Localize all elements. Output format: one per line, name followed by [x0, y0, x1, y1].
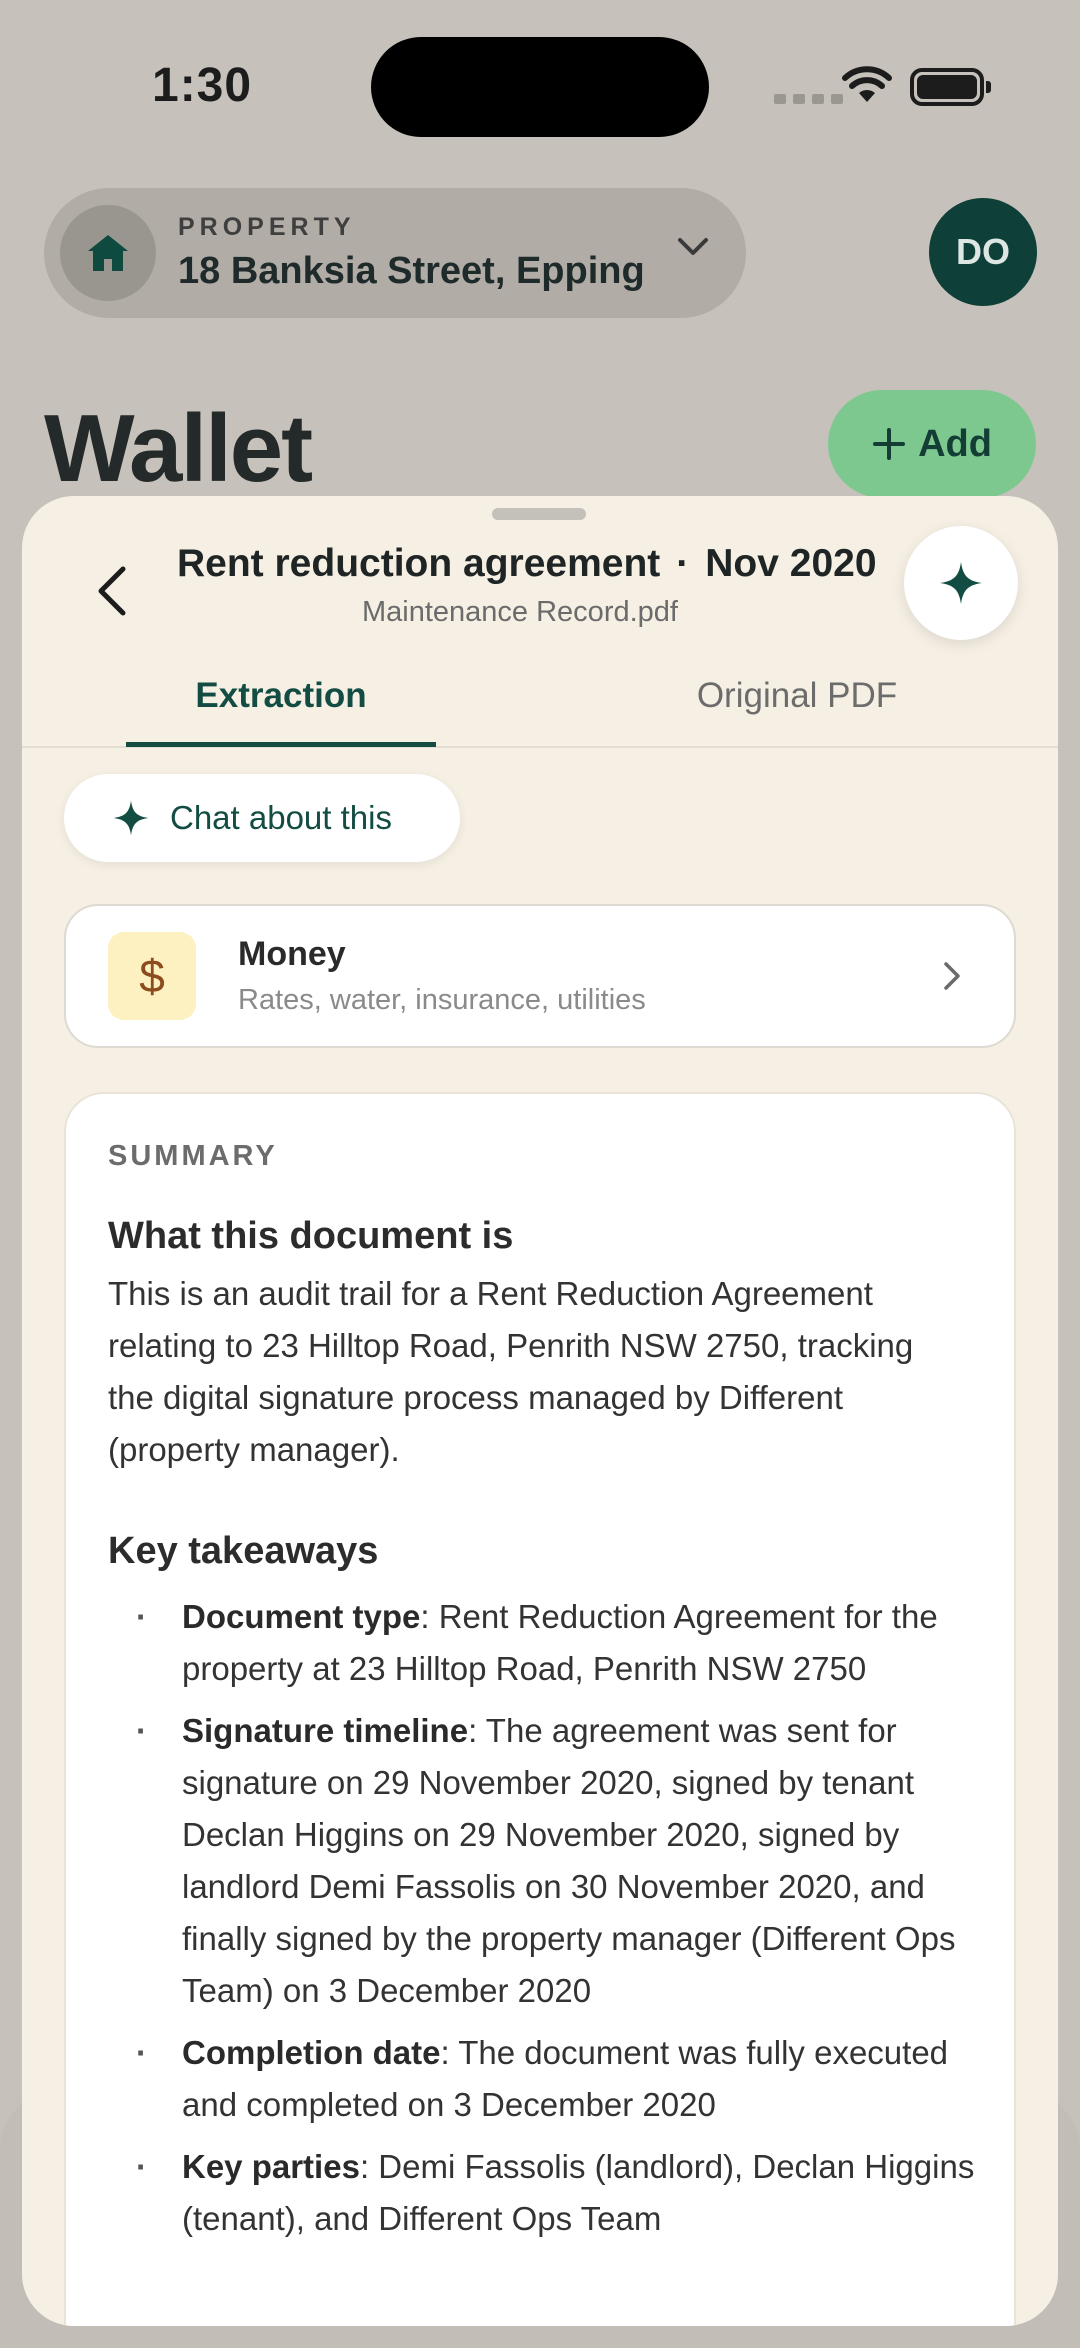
- category-text: Money Rates, water, insurance, utilities: [238, 935, 646, 1017]
- add-button[interactable]: Add: [828, 390, 1036, 498]
- category-card-money[interactable]: $ Money Rates, water, insurance, utiliti…: [64, 904, 1016, 1048]
- takeaway-term: Key parties: [182, 2148, 360, 2185]
- document-filename: Maintenance Record.pdf: [362, 596, 678, 628]
- document-sheet: Rent reduction agreement · Nov 2020 Mainte…: [22, 496, 1058, 2326]
- add-button-label: Add: [918, 422, 992, 465]
- category-subtitle: Rates, water, insurance, utilities: [238, 984, 646, 1016]
- category-title: Money: [238, 935, 346, 973]
- takeaway-term: Signature timeline: [182, 1712, 469, 1749]
- what-body: This is an audit trail for a Rent Reduct…: [108, 1275, 914, 1468]
- list-item: Signature timeline: The agreement was se…: [108, 1705, 988, 2017]
- back-button[interactable]: [72, 556, 152, 626]
- dynamic-island: [371, 37, 709, 137]
- document-title-text: Rent reduction agreement: [177, 542, 661, 585]
- takeaway-term: Document type: [182, 1598, 421, 1635]
- takeaway-text: : The agreement was sent for signature o…: [182, 1712, 956, 2009]
- chevron-right-icon: [944, 962, 960, 990]
- property-address: 18 Banksia Street, Epping: [178, 250, 645, 292]
- battery-icon: [910, 68, 991, 106]
- avatar[interactable]: DO: [929, 198, 1037, 306]
- active-tab-indicator: [126, 742, 436, 747]
- tab-original-pdf[interactable]: Original PDF: [642, 676, 952, 716]
- property-label: PROPERTY: [178, 213, 356, 241]
- list-item: Document type: Rent Reduction Agreement …: [108, 1591, 988, 1695]
- chat-about-this-button[interactable]: Chat about this: [64, 774, 460, 862]
- status-time: 1:30: [152, 59, 253, 112]
- chevron-down-icon: [678, 238, 708, 255]
- sparkle-icon: [940, 562, 982, 604]
- cellular-signal-icon: [774, 94, 843, 104]
- what-heading: What this document is: [108, 1215, 514, 1257]
- takeaways-list: Document type: Rent Reduction Agreement …: [108, 1591, 974, 2245]
- title-separator: ·: [676, 542, 690, 585]
- document-title: Rent reduction agreement · Nov 2020: [177, 542, 877, 586]
- page-title: Wallet: [44, 395, 313, 502]
- document-date: Nov 2020: [705, 542, 877, 585]
- wifi-icon: [842, 66, 892, 102]
- chat-label: Chat about this: [170, 799, 392, 836]
- list-item: Key parties: Demi Fassolis (landlord), D…: [108, 2141, 988, 2245]
- summary-label: SUMMARY: [108, 1140, 278, 1172]
- summary-card: SUMMARY What this document is This is an…: [64, 1092, 1016, 2326]
- property-text: PROPERTY 18 Banksia Street, Epping: [178, 213, 645, 293]
- chevron-left-icon: [98, 566, 126, 616]
- ai-assistant-button[interactable]: [904, 526, 1018, 640]
- tab-extraction[interactable]: Extraction: [126, 676, 436, 716]
- tab-bar: Extraction Original PDF: [22, 656, 1058, 748]
- status-bar: 1:30: [0, 0, 1080, 180]
- plus-icon: [873, 428, 906, 460]
- home-icon: [60, 205, 156, 301]
- list-item: Completion date: The document was fully …: [108, 2027, 988, 2131]
- dollar-icon: $: [108, 932, 196, 1020]
- sparkle-icon: [113, 800, 149, 836]
- sheet-grabber[interactable]: [492, 508, 586, 520]
- takeaways-heading: Key takeaways: [108, 1530, 379, 1572]
- takeaway-term: Completion date: [182, 2034, 441, 2071]
- property-selector[interactable]: PROPERTY 18 Banksia Street, Epping: [44, 188, 746, 318]
